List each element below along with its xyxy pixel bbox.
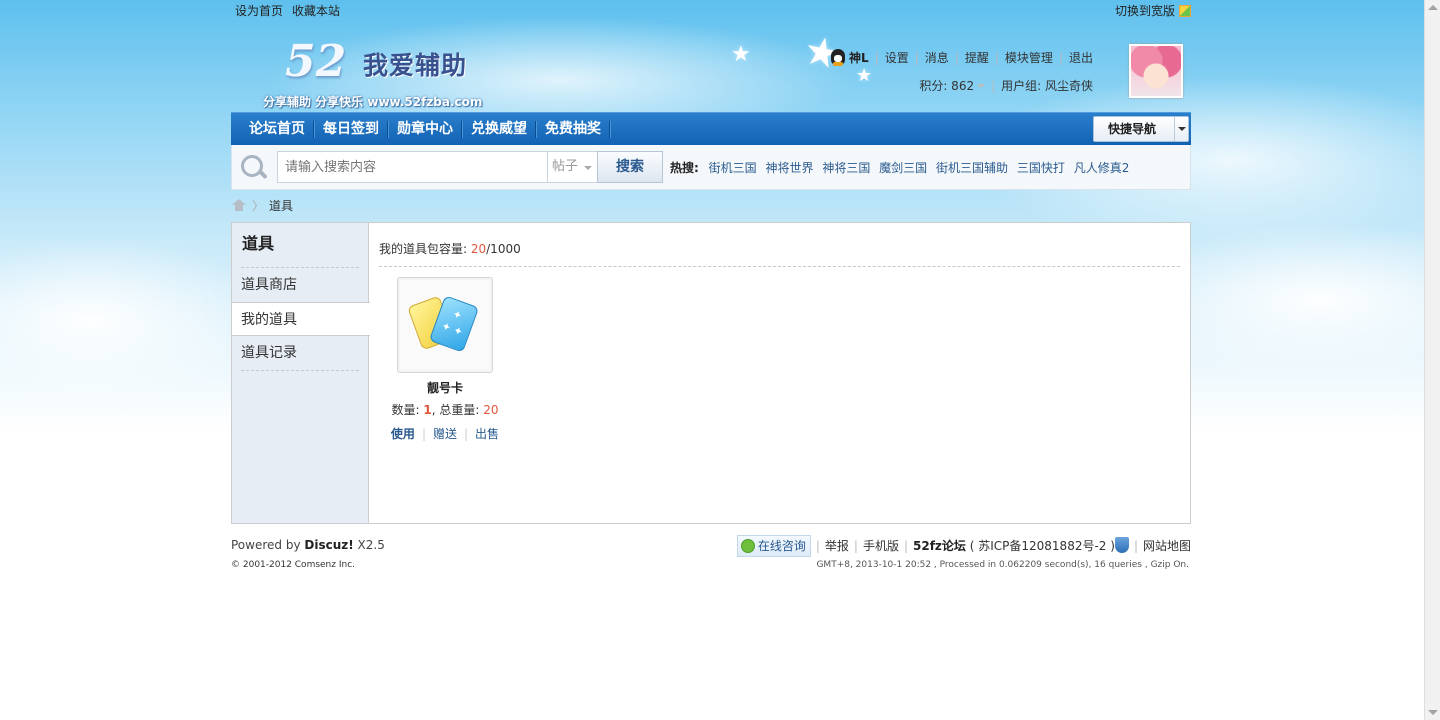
item-card: ✦ ✦ ✦ 靓号卡 数量: 1, 总重量: 20 使用 | 赠送 | 出售 [374, 277, 516, 442]
logo-slogan: 分享辅助 分享快乐 www.52fzba.com [263, 95, 483, 109]
nav-item-label[interactable]: 勋章中心 [397, 121, 453, 137]
breadcrumb: 〉道具 [231, 190, 1191, 222]
site-name-link[interactable]: 52fz论坛 [913, 539, 966, 553]
star-decoration-icon: ★ [731, 42, 751, 67]
hot-search-link[interactable]: 神将三国 [822, 161, 870, 175]
sidebar-item-item-shop[interactable]: 道具商店 [232, 268, 368, 302]
bag-capacity: 我的道具包容量: 20/1000 [379, 223, 1180, 267]
bag-total-count: /1000 [486, 242, 521, 256]
search-button[interactable]: 搜索 [597, 151, 663, 183]
bag-capacity-label: 我的道具包容量: [379, 242, 471, 256]
avatar[interactable] [1129, 44, 1183, 98]
star-decoration-icon: ★ [856, 65, 873, 86]
item-qty-value: 1 [423, 403, 432, 417]
content-area: 我的道具包容量: 20/1000 ✦ ✦ ✦ 靓号卡 数量: 1, 总重量: 20… [369, 223, 1190, 523]
nav-item-daily-checkin[interactable]: 每日签到 [314, 113, 388, 145]
search-bar: 帖子 搜索 热搜: 街机三国 神将世界 神将三国 魔剑三国 街机三国辅助 三国快… [231, 145, 1191, 190]
hot-search-link[interactable]: 魔剑三国 [879, 161, 927, 175]
discuz-link[interactable]: Discuz! [304, 538, 353, 552]
switch-wide-area[interactable]: 切换到宽版 [1115, 0, 1191, 22]
chevron-down-icon[interactable] [1174, 117, 1188, 141]
nav-item-label[interactable]: 每日签到 [323, 121, 379, 137]
bookmark-link[interactable]: 收藏本站 [292, 4, 340, 18]
hot-search: 热搜: 街机三国 神将世界 神将三国 魔剑三国 街机三国辅助 三国快打 凡人修真… [670, 159, 1134, 176]
switch-wide-link[interactable]: 切换到宽版 [1115, 4, 1175, 18]
logo-title: 我爱辅助 [363, 51, 468, 80]
user-links: 神L | 设置 | 消息 | 提醒 | 模块管理 | 退出 [831, 49, 1093, 66]
nav-item-label[interactable]: 论坛首页 [249, 121, 305, 137]
chevron-down-icon [584, 166, 592, 170]
sidebar-title: 道具 [242, 234, 275, 253]
home-icon[interactable] [232, 199, 246, 211]
hot-search-link[interactable]: 三国快打 [1017, 161, 1065, 175]
logout-link[interactable]: 退出 [1069, 51, 1093, 65]
item-weight-value: 20 [483, 403, 499, 417]
points-link[interactable]: 积分: 862 [919, 79, 974, 93]
sitemap-link[interactable]: 网站地图 [1143, 539, 1191, 553]
username-link[interactable]: 神L [849, 51, 869, 65]
search-icon [241, 155, 267, 181]
icp-record[interactable]: ( 苏ICP备12081882号-2 ) [970, 539, 1115, 553]
sidebar-item-item-log[interactable]: 道具记录 [232, 336, 368, 370]
powered-by: Powered by Discuz! X2.5 [231, 538, 385, 552]
chevron-down-icon[interactable] [977, 84, 986, 88]
item-name: 靓号卡 [426, 381, 463, 395]
user-stats: 积分: 862 | 用户组: 风尘奇侠 [919, 79, 1093, 93]
nav-item-label[interactable]: 兑换威望 [471, 121, 527, 137]
messages-link[interactable]: 消息 [925, 51, 949, 65]
theme-palette-icon[interactable] [1179, 5, 1191, 17]
item-actions: 使用 | 赠送 | 出售 [390, 427, 500, 441]
header: 52 我爱辅助 分享辅助 分享快乐 www.52fzba.com ★ ★ ★ 神… [231, 22, 1191, 112]
server-stats: GMT+8, 2013-10-1 20:52 , Processed in 0.… [816, 560, 1189, 570]
quick-nav-button[interactable]: 快捷导航 [1093, 116, 1189, 142]
gift-item-link[interactable]: 赠送 [433, 427, 457, 441]
nav-item-forum-home[interactable]: 论坛首页 [240, 113, 314, 145]
logo-number: 52 [285, 36, 347, 87]
divider [241, 370, 359, 371]
quick-nav-label: 快捷导航 [1108, 122, 1157, 136]
search-type-select[interactable]: 帖子 [547, 151, 597, 183]
scroll-down-icon[interactable] [1428, 710, 1438, 715]
sidebar-item-my-items[interactable]: 我的道具 [232, 302, 370, 336]
hot-search-link[interactable]: 街机三国 [709, 161, 757, 175]
footer: Powered by Discuz! X2.5 © 2001-2012 Coms… [231, 524, 1191, 584]
footer-links: 在线咨询 | 举报 | 手机版 | 52fz论坛 ( 苏ICP备12081882号-2 ) |… [736, 535, 1191, 557]
hot-search-label: 热搜: [670, 161, 699, 175]
notifications-link[interactable]: 提醒 [965, 51, 989, 65]
user-group-link[interactable]: 用户组: 风尘奇侠 [1001, 79, 1093, 93]
set-homepage-link[interactable]: 设为首页 [235, 4, 283, 18]
bag-used-count: 20 [470, 242, 487, 256]
module-manage-link[interactable]: 模块管理 [1005, 51, 1053, 65]
top-bar: 设为首页 收藏本站 切换到宽版 [231, 0, 1191, 22]
sell-item-link[interactable]: 出售 [475, 427, 499, 441]
scroll-up-icon[interactable] [1428, 5, 1438, 10]
breadcrumb-separator: 〉 [252, 199, 265, 213]
nav-item-free-lottery[interactable]: 免费抽奖 [536, 113, 610, 145]
nav-item-exchange-prestige[interactable]: 兑换威望 [462, 113, 536, 145]
breadcrumb-current: 道具 [269, 199, 294, 213]
settings-link[interactable]: 设置 [885, 51, 909, 65]
hot-search-link[interactable]: 凡人修真2 [1074, 161, 1130, 175]
report-link[interactable]: 举报 [825, 539, 849, 553]
sidebar: 道具 道具商店 我的道具 道具记录 [232, 223, 370, 523]
search-input[interactable] [277, 151, 547, 183]
hot-search-link[interactable]: 街机三国辅助 [936, 161, 1008, 175]
main-nav: 论坛首页 每日签到 勋章中心 兑换威望 免费抽奖 快捷导航 [231, 112, 1191, 145]
use-item-link[interactable]: 使用 [391, 427, 415, 441]
chat-icon [740, 539, 755, 553]
pretty-number-card-icon[interactable]: ✦ ✦ ✦ [397, 277, 493, 373]
copyright: © 2001-2012 Comsenz Inc. [231, 560, 356, 570]
vertical-scrollbar[interactable] [1424, 0, 1440, 720]
item-quantity: 数量: 1, 总重量: 20 [391, 403, 499, 417]
mobile-version-link[interactable]: 手机版 [863, 539, 899, 553]
nav-item-medal-center[interactable]: 勋章中心 [388, 113, 462, 145]
page-wrapper: 设为首页 收藏本站 切换到宽版 52 我爱辅助 分享辅助 分享快乐 www.52f… [231, 0, 1191, 584]
shield-icon[interactable] [1114, 537, 1129, 553]
hot-search-link[interactable]: 神将世界 [765, 161, 813, 175]
search-type-value: 帖子 [552, 159, 579, 174]
online-consult-button[interactable]: 在线咨询 [736, 535, 811, 557]
nav-item-label[interactable]: 免费抽奖 [545, 121, 601, 137]
main-panel: 道具 道具商店 我的道具 道具记录 我的道具包容量: 20/1000 ✦ ✦ ✦ … [231, 222, 1191, 524]
qq-icon [831, 49, 846, 66]
